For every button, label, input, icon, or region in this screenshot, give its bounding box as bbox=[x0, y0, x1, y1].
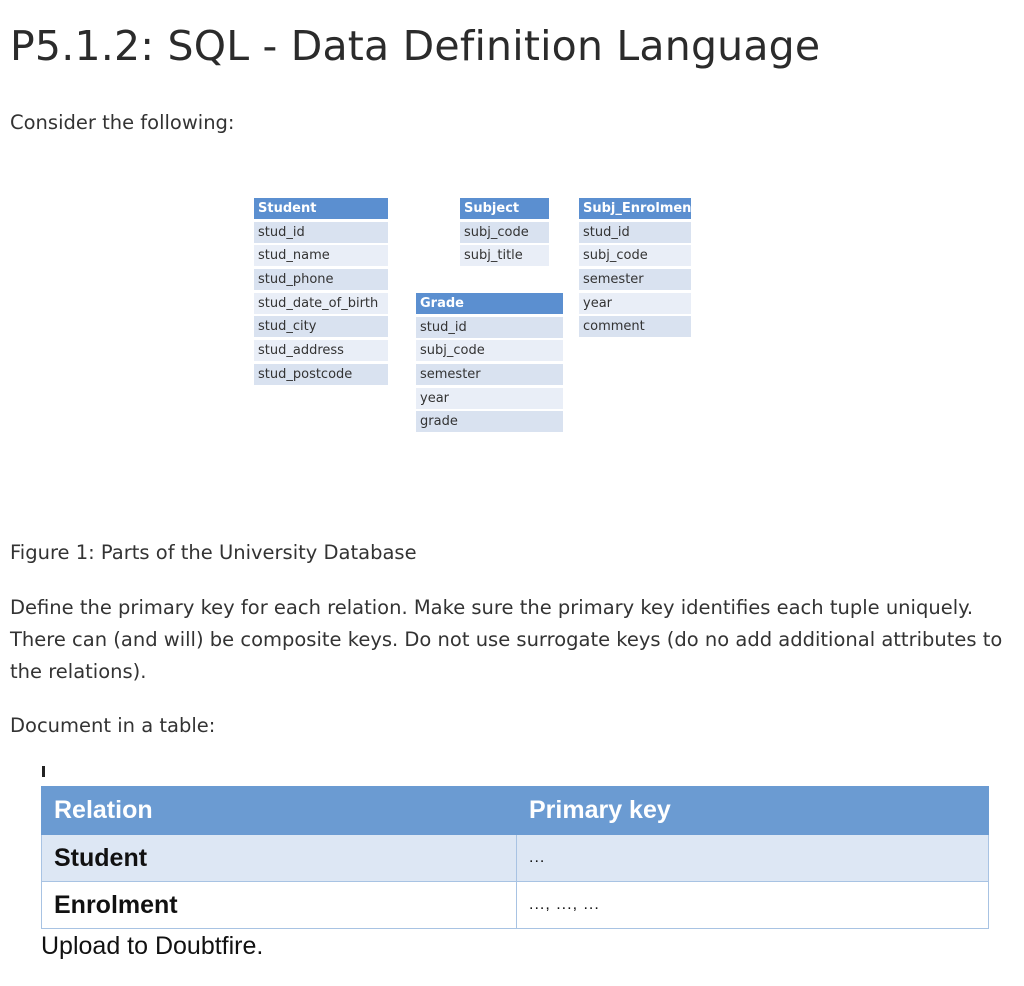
relation-header: Student bbox=[254, 198, 388, 219]
student-relation: Student stud_id stud_name stud_phone stu… bbox=[254, 198, 388, 388]
relation-field: stud_id bbox=[254, 221, 388, 243]
relation-field: subj_code bbox=[579, 245, 691, 267]
relation-field: year bbox=[579, 292, 691, 314]
subj-enrolment-relation: Subj_Enrolment stud_id subj_code semeste… bbox=[579, 198, 691, 340]
relation-header: Subj_Enrolment bbox=[579, 198, 691, 219]
relation-field: stud_date_of_birth bbox=[254, 292, 388, 314]
relation-field: stud_city bbox=[254, 316, 388, 338]
relation-cell: Student bbox=[41, 834, 517, 882]
relation-field: stud_id bbox=[416, 316, 563, 338]
relation-field: stud_id bbox=[579, 221, 691, 243]
figure-caption: Figure 1: Parts of the University Databa… bbox=[10, 541, 417, 564]
schema-diagram: Student stud_id stud_name stud_phone stu… bbox=[0, 0, 1024, 540]
relation-field: semester bbox=[416, 364, 563, 386]
relation-header: Subject bbox=[460, 198, 549, 219]
column-header-relation: Relation bbox=[41, 786, 517, 835]
relation-field: stud_postcode bbox=[254, 363, 388, 385]
relation-field: subj_code bbox=[416, 340, 563, 362]
text-cursor bbox=[42, 766, 45, 777]
intro-text: Consider the following: bbox=[10, 111, 235, 134]
primary-key-cell: ..., ..., ... bbox=[516, 881, 989, 929]
primary-key-cell: ... bbox=[516, 834, 989, 882]
page-title: P5.1.2: SQL - Data Definition Language bbox=[10, 22, 821, 70]
table-row: Enrolment ..., ..., ... bbox=[41, 881, 989, 929]
primary-key-table: Relation Primary key Student ... Enrolme… bbox=[41, 786, 989, 929]
relation-field: grade bbox=[416, 411, 563, 433]
relation-field: comment bbox=[579, 316, 691, 338]
table-header-row: Relation Primary key bbox=[41, 786, 989, 835]
table-row: Student ... bbox=[41, 834, 989, 882]
grade-relation: Grade stud_id subj_code semester year gr… bbox=[416, 293, 563, 435]
subject-relation: Subject subj_code subj_title bbox=[460, 198, 549, 269]
relation-field: subj_code bbox=[460, 221, 549, 243]
relation-field: stud_name bbox=[254, 245, 388, 267]
relation-header: Grade bbox=[416, 293, 563, 314]
document-prompt: Document in a table: bbox=[10, 714, 216, 737]
relation-field: stud_address bbox=[254, 340, 388, 362]
relation-field: subj_title bbox=[460, 245, 549, 267]
relation-field: semester bbox=[579, 269, 691, 291]
instructions-text: Define the primary key for each relation… bbox=[10, 596, 1003, 683]
relation-field: year bbox=[416, 387, 563, 409]
relation-cell: Enrolment bbox=[41, 881, 517, 929]
upload-note: Upload to Doubtfire. bbox=[41, 932, 264, 960]
relation-field: stud_phone bbox=[254, 269, 388, 291]
column-header-primary-key: Primary key bbox=[516, 786, 989, 835]
